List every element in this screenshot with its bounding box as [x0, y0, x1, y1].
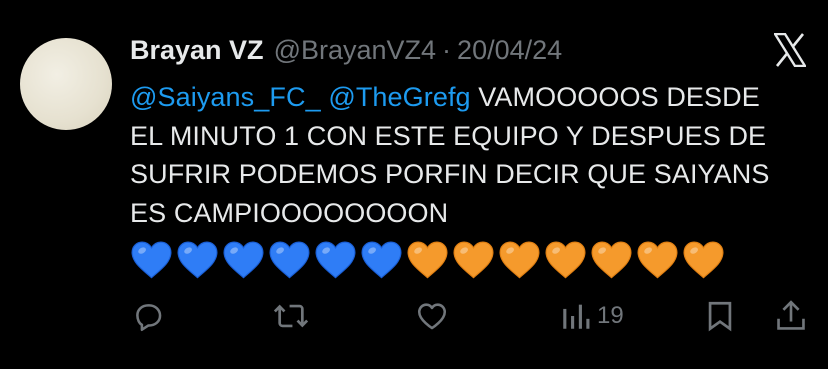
x-logo-icon: [772, 32, 808, 68]
orange-heart-emoji: [453, 241, 494, 279]
separator-dot: ·: [442, 35, 452, 65]
orange-heart-emoji: [683, 241, 724, 279]
blue-heart-emoji: [223, 241, 264, 279]
reply-button[interactable]: [131, 296, 165, 336]
orange-heart-emoji: [499, 241, 540, 279]
orange-heart-emoji: [545, 241, 586, 279]
orange-heart-emoji: [637, 241, 678, 279]
tweet-date[interactable]: 20/04/24: [457, 30, 562, 70]
author-name[interactable]: Brayan VZ: [130, 30, 264, 70]
share-button[interactable]: [774, 296, 808, 336]
blue-heart-emoji: [131, 241, 172, 279]
blue-heart-emoji: [315, 241, 356, 279]
like-icon: [417, 303, 447, 330]
blue-heart-emoji: [269, 241, 310, 279]
blue-heart-emoji: [361, 241, 402, 279]
views-button[interactable]: 19: [561, 296, 624, 336]
like-button[interactable]: [414, 296, 450, 336]
blue-heart-emoji: [177, 241, 218, 279]
orange-heart-emoji: [591, 241, 632, 279]
emoji-row: [130, 240, 725, 280]
bookmark-button[interactable]: [704, 296, 736, 336]
views-icon: [563, 304, 590, 329]
bookmark-icon: [708, 301, 732, 332]
author-avatar[interactable]: [20, 38, 112, 130]
repost-icon: [273, 304, 309, 328]
author-handle[interactable]: @BrayanVZ4: [274, 30, 436, 70]
repost-button[interactable]: [272, 296, 310, 336]
mention-saiyans[interactable]: @Saiyans_FC_: [130, 82, 321, 112]
tweet-header: Brayan VZ @BrayanVZ4 · 20/04/24: [130, 30, 562, 70]
action-bar: 19: [0, 296, 828, 340]
mention-thegrefg[interactable]: @TheGrefg: [328, 82, 470, 112]
tweet-text: @Saiyans_FC_ @TheGrefg VAMOOOOOS DESDE E…: [130, 78, 790, 232]
share-icon: [777, 300, 805, 330]
views-count: 19: [597, 302, 624, 329]
orange-heart-emoji: [407, 241, 448, 279]
reply-icon: [136, 304, 162, 332]
